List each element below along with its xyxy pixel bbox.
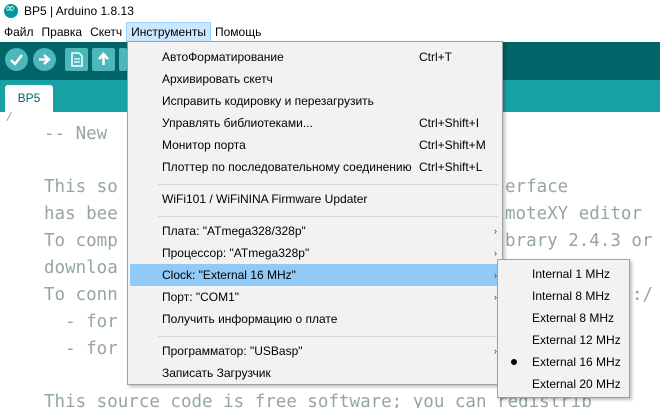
menu-item-label: Плоттер по последовательному соединению (162, 160, 412, 174)
code-line: downloa (44, 258, 118, 278)
arduino-logo-icon (4, 1, 18, 18)
tab-bp5[interactable]: BP5 (5, 85, 53, 112)
menu-item-shortcut: Ctrl+Shift+M (419, 138, 486, 152)
menu-help[interactable]: Помощь (211, 22, 265, 42)
new-file-icon (71, 52, 83, 67)
menu-separator (158, 216, 498, 217)
menu-item-clock[interactable]: Clock: "External 16 MHz" › (130, 264, 500, 286)
submenu-arrow-icon: › (494, 226, 497, 236)
menu-item-fix-encoding[interactable]: Исправить кодировку и перезагрузить (130, 90, 500, 112)
menu-item-board[interactable]: Плата: "ATmega328/328p" › (130, 220, 500, 242)
menu-item-archive-sketch[interactable]: Архивировать скетч (130, 68, 500, 90)
code-line: has bee (44, 204, 118, 224)
menu-item-label: Программатор: "USBasp" (162, 344, 303, 358)
window-title: BP5 | Arduino 1.8.13 (24, 4, 134, 18)
selected-bullet-icon (511, 359, 517, 365)
clock-option-external-8mhz[interactable]: External 8 MHz (500, 307, 627, 329)
menu-item-wifi-updater[interactable]: WiFi101 / WiFiNINA Firmware Updater (130, 188, 500, 210)
clock-option-label: External 16 MHz (532, 355, 621, 369)
clock-option-label: External 12 MHz (532, 333, 621, 347)
code-line: This so (44, 177, 118, 197)
code-line: - for (44, 312, 118, 332)
menu-item-label: Clock: "External 16 MHz" (162, 268, 296, 282)
clock-submenu: Internal 1 MHz Internal 8 MHz External 8… (497, 259, 630, 398)
gutter-marker: / (6, 112, 13, 123)
arrow-right-icon (39, 54, 51, 65)
checkmark-icon (10, 54, 23, 66)
save-button[interactable] (119, 48, 127, 71)
menu-item-shortcut: Ctrl+T (419, 50, 452, 64)
menu-item-label: Процессор: "ATmega328p" (162, 246, 310, 260)
menu-item-autoformat[interactable]: АвтоФорматирование Ctrl+T (130, 46, 500, 68)
menu-file[interactable]: Файл (0, 22, 38, 42)
menu-bar: Файл Правка Скетч Инструменты Помощь (0, 22, 660, 42)
menu-item-label: Получить информацию о плате (162, 312, 338, 326)
menu-item-label: Записать Загрузчик (162, 366, 271, 380)
menu-item-board-info[interactable]: Получить информацию о плате (130, 308, 500, 330)
menu-item-label: Архивировать скетч (162, 72, 273, 86)
tools-menu: АвтоФорматирование Ctrl+T Архивировать с… (127, 41, 503, 385)
menu-separator (158, 336, 498, 337)
menu-item-shortcut: Ctrl+Shift+I (419, 116, 480, 130)
menu-item-processor[interactable]: Процессор: "ATmega328p" › (130, 242, 500, 264)
menu-item-shortcut: Ctrl+Shift+L (419, 160, 483, 174)
menu-item-label: WiFi101 / WiFiNINA Firmware Updater (162, 192, 368, 206)
open-button[interactable] (92, 48, 115, 71)
clock-option-internal-8mhz[interactable]: Internal 8 MHz (500, 285, 627, 307)
menu-item-label: Управлять библиотеками... (162, 116, 313, 130)
code-fragment: moteXY editor (505, 204, 642, 224)
code-fragment: :/ (632, 285, 654, 305)
menu-item-port[interactable]: Порт: "COM1" › (130, 286, 500, 308)
arrow-up-icon (98, 52, 109, 65)
menu-item-label: Монитор порта (162, 138, 246, 152)
menu-item-programmer[interactable]: Программатор: "USBasp" › (130, 340, 500, 362)
clock-option-label: External 20 MHz (532, 377, 621, 391)
code-fragment: erface (505, 177, 569, 197)
clock-option-label: External 8 MHz (532, 311, 615, 325)
menu-item-serial-monitor[interactable]: Монитор порта Ctrl+Shift+M (130, 134, 500, 156)
menu-separator (158, 184, 498, 185)
clock-option-external-12mhz[interactable]: External 12 MHz (500, 329, 627, 351)
menu-sketch[interactable]: Скетч (86, 22, 126, 42)
code-line: To conn (44, 285, 118, 305)
menu-item-label: Исправить кодировку и перезагрузить (162, 94, 374, 108)
menu-item-burn-bootloader[interactable]: Записать Загрузчик (130, 362, 500, 384)
menu-item-manage-libraries[interactable]: Управлять библиотеками... Ctrl+Shift+I (130, 112, 500, 134)
upload-button[interactable] (33, 48, 56, 71)
title-bar: BP5 | Arduino 1.8.13 (0, 0, 660, 22)
menu-item-label: Порт: "COM1" (162, 290, 240, 304)
clock-option-internal-1mhz[interactable]: Internal 1 MHz (500, 263, 627, 285)
code-fragment: brary 2.4.3 or (505, 231, 653, 251)
clock-option-label: Internal 1 MHz (532, 267, 611, 281)
code-line: - for (44, 339, 118, 359)
menu-tools[interactable]: Инструменты (126, 22, 211, 42)
menu-item-label: Плата: "ATmega328/328p" (162, 224, 306, 238)
clock-option-label: Internal 8 MHz (532, 289, 611, 303)
menu-item-serial-plotter[interactable]: Плоттер по последовательному соединению … (130, 156, 500, 178)
new-sketch-button[interactable] (65, 48, 88, 71)
menu-edit[interactable]: Правка (38, 22, 87, 42)
code-line: To comp (44, 231, 118, 251)
clock-option-external-16mhz[interactable]: External 16 MHz (500, 351, 627, 373)
clock-option-external-20mhz[interactable]: External 20 MHz (500, 373, 627, 395)
menu-item-label: АвтоФорматирование (162, 50, 284, 64)
code-line: -- New (44, 124, 108, 144)
verify-button[interactable] (5, 48, 28, 71)
